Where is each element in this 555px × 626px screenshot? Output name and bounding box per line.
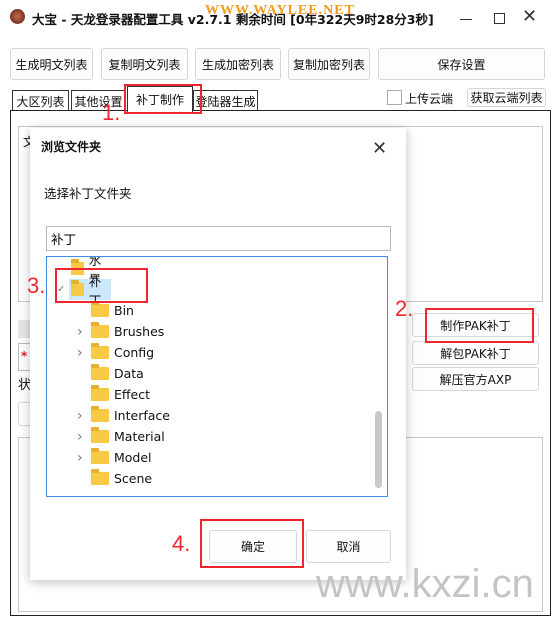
folder-input[interactable] [46,226,391,251]
tree-item-label: Data [114,366,144,381]
fetch-cloud-list-button[interactable]: 获取云端列表 [467,88,546,107]
close-button[interactable]: ✕ [522,6,537,27]
upload-cloud-checkbox[interactable] [387,90,402,105]
tree-item-label: Config [114,345,155,360]
tree-item-content: Model [89,447,156,468]
expand-chevron-icon[interactable]: › [77,345,83,361]
tab-region-list[interactable]: 大区列表 [12,90,69,111]
tab-launcher-generate[interactable]: 登陆器生成 [193,90,258,111]
tree-item-label: Effect [114,387,150,402]
maximize-button[interactable] [494,13,505,24]
tree-item-content: Data [89,363,148,384]
upload-cloud-label: 上传云端 [405,92,454,106]
cancel-button[interactable]: 取消 [306,530,391,563]
tree-item-label: Material [114,429,165,444]
tree-item-label: Bin [114,303,134,318]
tree-item-label: Brushes [114,324,165,339]
annotation-box-2 [425,308,534,343]
tree-item-label: Interface [114,408,170,423]
folder-icon [91,448,109,464]
unpack-pak-patch-button[interactable]: 解包PAK补丁 [412,341,539,365]
watermark-bottom: www.kxzi.cn [316,562,534,606]
tree-item-content: Bin [89,300,138,321]
save-settings-button[interactable]: 保存设置 [378,48,545,80]
expand-chevron-icon[interactable]: › [77,429,83,445]
folder-icon [91,469,109,485]
watermark-top: WWW.WAYLEE.NET [205,3,355,18]
tree-item-content: Effect [89,384,154,405]
expand-chevron-icon[interactable]: › [77,408,83,424]
folder-icon [91,364,109,380]
annotation-label-3: 3. [27,273,46,298]
folder-icon [91,322,109,338]
folder-icon [91,301,109,317]
tree-item-content: Scene [89,468,156,489]
annotation-box-3 [55,268,148,303]
copy-plain-list-button[interactable]: 复制明文列表 [101,48,188,80]
expand-chevron-icon[interactable]: › [77,450,83,466]
annotation-box-4 [200,519,304,568]
tree-scrollbar[interactable] [375,411,382,488]
dialog-title: 浏览文件夹 [41,140,102,154]
annotation-label-1: 1. [102,100,121,125]
annotation-label-2: 2. [395,296,414,321]
generate-plain-list-button[interactable]: 生成明文列表 [10,48,93,80]
dialog-prompt: 选择补丁文件夹 [44,186,132,201]
expand-chevron-icon[interactable]: › [77,324,83,340]
browse-folder-dialog: 浏览文件夹 ✕ 选择补丁文件夹 水墨✓补丁Bin›Brushes›ConfigD… [30,128,406,580]
app-icon [10,9,25,24]
dialog-close-button[interactable]: ✕ [372,138,387,159]
extract-official-axp-button[interactable]: 解压官方AXP [412,367,539,391]
generate-encrypted-list-button[interactable]: 生成加密列表 [195,48,281,80]
tree-item-content: Brushes [89,321,168,342]
tree-item-label: Scene [114,471,153,486]
tree-item-content: Config [89,342,158,363]
folder-icon [91,385,109,401]
copy-encrypted-list-button[interactable]: 复制加密列表 [288,48,370,80]
tree-item-label: Model [114,450,152,465]
folder-icon [91,427,109,443]
annotation-label-4: 4. [172,531,191,556]
tree-item-content: Material [89,426,169,447]
folder-icon [91,343,109,359]
annotation-box-1 [124,84,202,114]
folder-icon [91,406,109,422]
minimize-button[interactable] [460,19,472,20]
tree-item-content: Interface [89,405,174,426]
